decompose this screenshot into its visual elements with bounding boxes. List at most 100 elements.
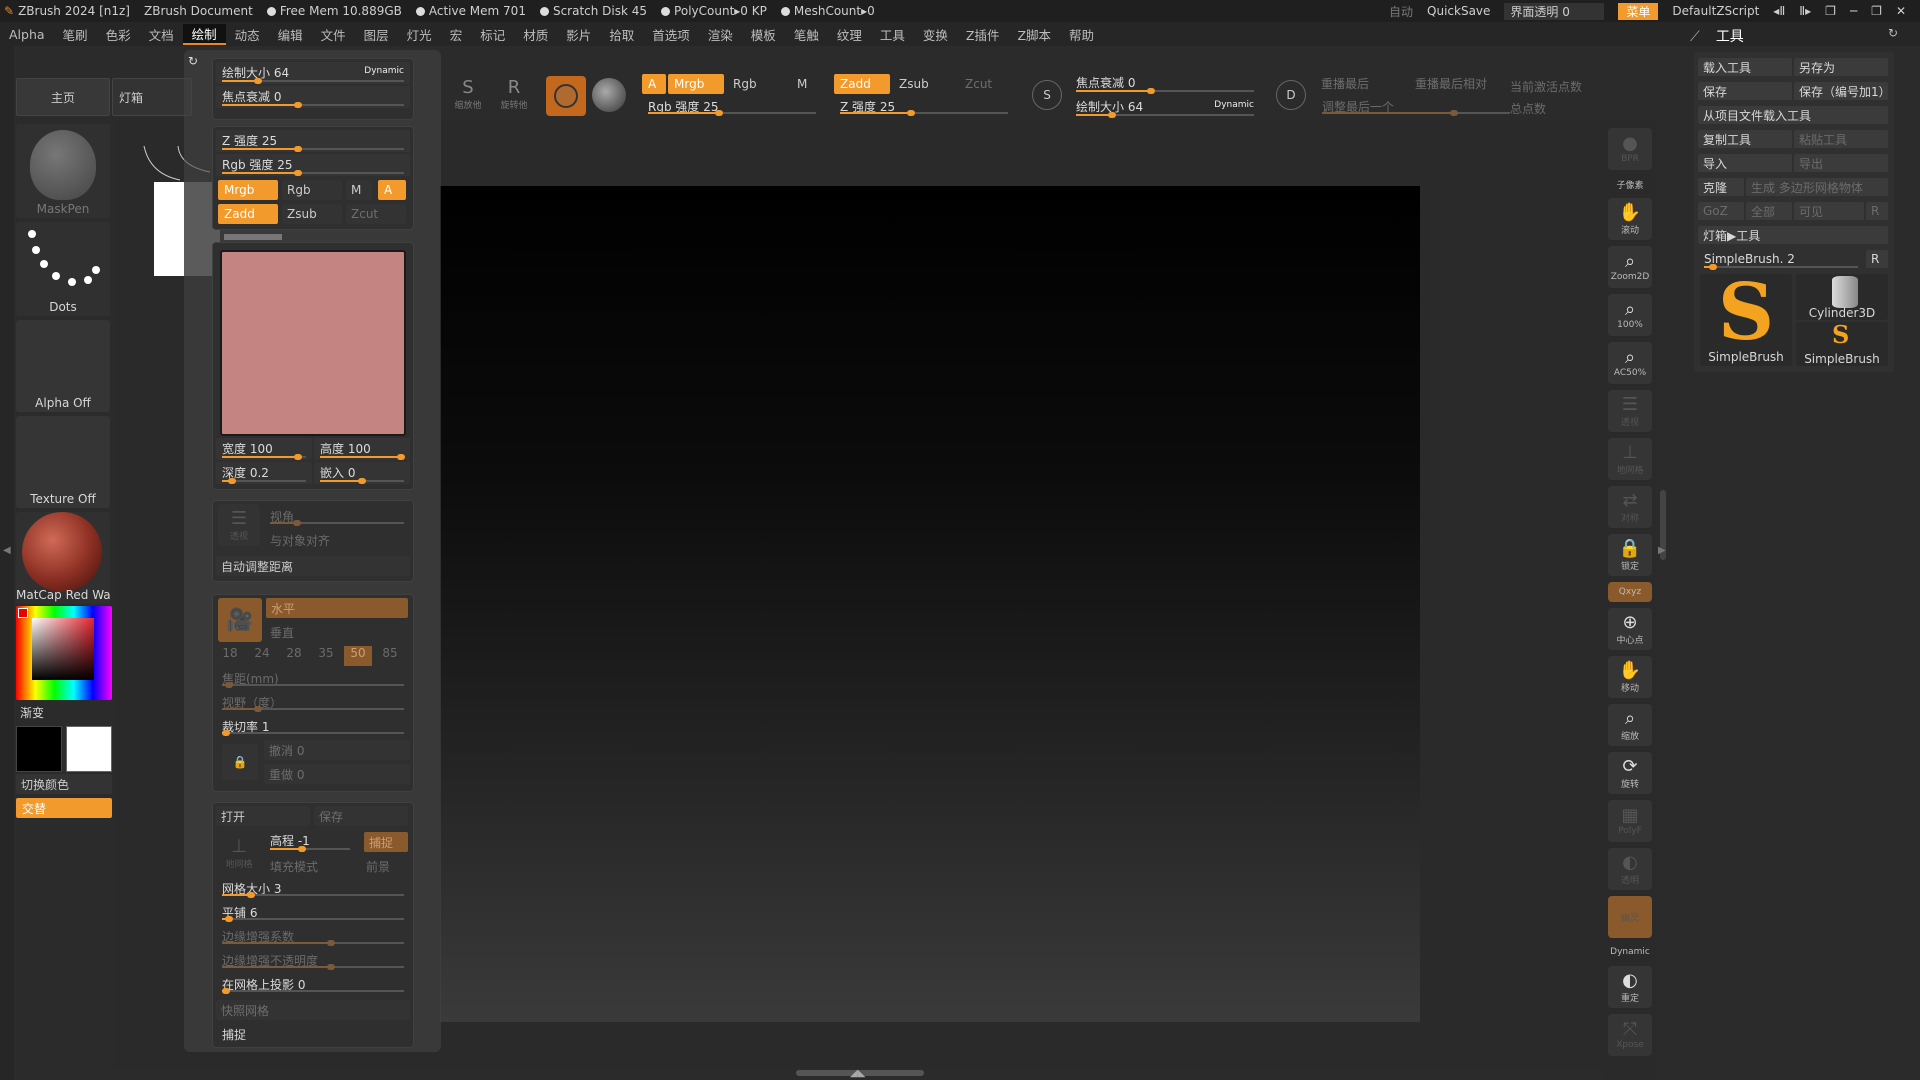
right-shelf-button[interactable]: ⇄ 对称 — [1608, 486, 1652, 528]
paste-tool-button[interactable]: 粘贴工具 — [1794, 130, 1888, 148]
right-shelf-button[interactable]: ✋ 滚动 — [1608, 198, 1652, 240]
menu-item[interactable]: 材质 — [514, 25, 557, 44]
menu-button[interactable]: 菜单 — [1618, 2, 1659, 20]
dynamic-d-icon[interactable]: D — [1276, 80, 1306, 110]
right-shelf-button[interactable]: ● BPR — [1608, 128, 1652, 170]
width-slider[interactable]: 宽度 100 — [216, 438, 312, 460]
goz-visible-button[interactable]: 可见 — [1794, 202, 1864, 220]
default-zscript[interactable]: DefaultZScript — [1672, 4, 1759, 18]
redo-button[interactable]: 重做 0 — [264, 764, 410, 784]
save-button[interactable]: 保存 — [1698, 82, 1792, 100]
m-toggle[interactable]: M — [792, 74, 816, 94]
stroke-slot[interactable]: Dots — [16, 222, 110, 316]
tool-thumb-simplebrush-large[interactable]: S SimpleBrush — [1700, 274, 1792, 366]
right-shelf-button[interactable]: 幽灵 — [1608, 896, 1652, 938]
refresh-icon[interactable]: ↻ — [1888, 26, 1898, 40]
close-icon[interactable]: ✕ — [1896, 4, 1906, 18]
layout-icon[interactable]: ◂Ⅱ — [1773, 4, 1785, 18]
depth-slider[interactable]: 深度 0.2 — [216, 462, 312, 484]
lens-option[interactable]: 24 — [248, 646, 276, 666]
right-shelf-button[interactable]: Dynamic — [1608, 944, 1652, 960]
replay-last-relative-button[interactable]: 重播最后相对 — [1410, 74, 1510, 92]
export-button[interactable]: 导出 — [1794, 154, 1888, 172]
rotate2-tool-icon[interactable]: R 旋转他 — [494, 74, 534, 114]
menu-item[interactable]: 文档 — [140, 25, 183, 44]
menu-item[interactable]: 笔刷 — [54, 25, 97, 44]
focal-shift-slider[interactable]: 焦点衰减 0 — [1070, 72, 1260, 94]
rgb-intensity-slider[interactable]: Rgb 强度 25 — [642, 96, 822, 116]
a-toggle[interactable]: A — [642, 74, 666, 94]
palette-zcut-toggle[interactable]: Zcut — [346, 204, 406, 224]
right-collapse-icon[interactable]: ▶ — [1658, 545, 1666, 556]
clone-button[interactable]: 克隆 — [1698, 178, 1744, 196]
texture-slot[interactable]: Texture Off — [16, 416, 110, 508]
menu-item[interactable]: 笔触 — [785, 25, 828, 44]
palette-zsub-toggle[interactable]: Zsub — [282, 204, 342, 224]
import-button[interactable]: 导入 — [1698, 154, 1792, 172]
lens-option[interactable]: 50 — [344, 646, 372, 666]
right-shelf-button[interactable]: 子像素 — [1608, 176, 1652, 192]
gradient-label[interactable]: 渐变 — [20, 704, 44, 721]
floor-grid-icon[interactable]: ⊥ 地网格 — [218, 832, 260, 874]
right-shelf-button[interactable]: ◐ 重定 — [1608, 966, 1652, 1008]
palette-m-toggle[interactable]: M — [346, 180, 372, 200]
goz-r-button[interactable]: R — [1866, 202, 1888, 220]
save-as-button[interactable]: 另存为 — [1794, 58, 1888, 76]
secondary-color-swatch[interactable] — [66, 726, 112, 772]
lens-option[interactable]: 28 — [280, 646, 308, 666]
lens-option[interactable]: 85 — [376, 646, 404, 666]
layout2-icon[interactable]: Ⅱ▸ — [1799, 4, 1811, 18]
menu-item[interactable]: 工具 — [871, 25, 914, 44]
fast-grid-button[interactable]: 快照网格 — [216, 1000, 410, 1020]
right-shelf-button[interactable]: ⌕ AC50% — [1608, 342, 1652, 384]
ui-transparency-slider[interactable]: 界面透明 0 — [1504, 2, 1605, 20]
height-slider[interactable]: 高度 100 — [314, 438, 410, 460]
menu-item[interactable]: 首选项 — [643, 25, 699, 44]
front-label[interactable]: 前景 — [366, 858, 390, 875]
edge-coeff-slider[interactable]: 边缘增强系数 — [216, 926, 410, 946]
perspective-icon[interactable]: ☰ 透视 — [218, 504, 260, 546]
maximize-icon[interactable]: ❐ — [1871, 4, 1882, 18]
draw-size-slider[interactable]: 绘制大小 64 Dynamic — [1070, 96, 1260, 118]
tab-lightbox[interactable]: 灯箱 — [112, 78, 192, 116]
palette-mrgb-toggle[interactable]: Mrgb — [218, 180, 278, 200]
lock-icon[interactable]: 🔒 — [222, 744, 258, 780]
palette-zadd-toggle[interactable]: Zadd — [218, 204, 278, 224]
edge-opacity-slider[interactable]: 边缘增强不透明度 — [216, 950, 410, 970]
camera-icon[interactable]: 🎥 — [218, 598, 262, 642]
menu-item[interactable]: 灯光 — [398, 25, 441, 44]
vertical-toggle[interactable]: 垂直 — [270, 624, 294, 641]
menu-item[interactable]: Alpha — [0, 27, 54, 42]
minimize-icon[interactable]: ─ — [1850, 4, 1857, 18]
lens-option[interactable]: 18 — [216, 646, 244, 666]
mrgb-toggle[interactable]: Mrgb — [668, 74, 724, 94]
menu-item[interactable]: 图层 — [355, 25, 398, 44]
right-shelf-button[interactable]: ⌕ 缩放 — [1608, 704, 1652, 746]
zadd-toggle[interactable]: Zadd — [834, 74, 890, 94]
focal-s-icon[interactable]: S — [1032, 80, 1062, 110]
palette-rgb-toggle[interactable]: Rgb — [282, 180, 342, 200]
tab-home[interactable]: 主页 — [16, 78, 110, 116]
menu-item[interactable]: 色彩 — [97, 25, 140, 44]
brush-slot[interactable]: MaskPen — [16, 124, 110, 218]
alpha-slot[interactable]: Alpha Off — [16, 320, 110, 412]
adjust-last-slider[interactable]: 调整最后一个 — [1316, 96, 1516, 116]
right-shelf-button[interactable]: ⌕ Zoom2D — [1608, 246, 1652, 288]
auto-adjust-distance-button[interactable]: 自动调整距离 — [216, 556, 410, 576]
switch-color-button[interactable]: 切换颜色 — [16, 774, 112, 794]
menu-item[interactable]: 变换 — [914, 25, 957, 44]
right-shelf-button[interactable]: 🔒 锁定 — [1608, 534, 1652, 576]
palette-a-toggle[interactable]: A — [378, 180, 406, 200]
z-intensity-slider[interactable]: Z 强度 25 — [834, 96, 1014, 116]
make-polymesh-button[interactable]: 生成 多边形网格物体 — [1746, 178, 1888, 196]
horizontal-toggle[interactable]: 水平 — [266, 598, 408, 618]
menu-item[interactable]: 绘制 — [182, 23, 226, 45]
snap-toggle[interactable]: 捕捉 — [364, 832, 408, 852]
replay-last-button[interactable]: 重播最后 — [1316, 74, 1406, 92]
right-shelf-button[interactable]: ⌕ 100% — [1608, 294, 1652, 336]
palette-focal-shift-slider[interactable]: 焦点衰减 0 — [216, 86, 410, 108]
menu-item[interactable]: 帮助 — [1060, 25, 1103, 44]
goz-button[interactable]: GoZ — [1698, 202, 1744, 220]
elevation-slider[interactable]: 高程 -1 — [264, 830, 356, 852]
copy-tool-button[interactable]: 复制工具 — [1698, 130, 1792, 148]
